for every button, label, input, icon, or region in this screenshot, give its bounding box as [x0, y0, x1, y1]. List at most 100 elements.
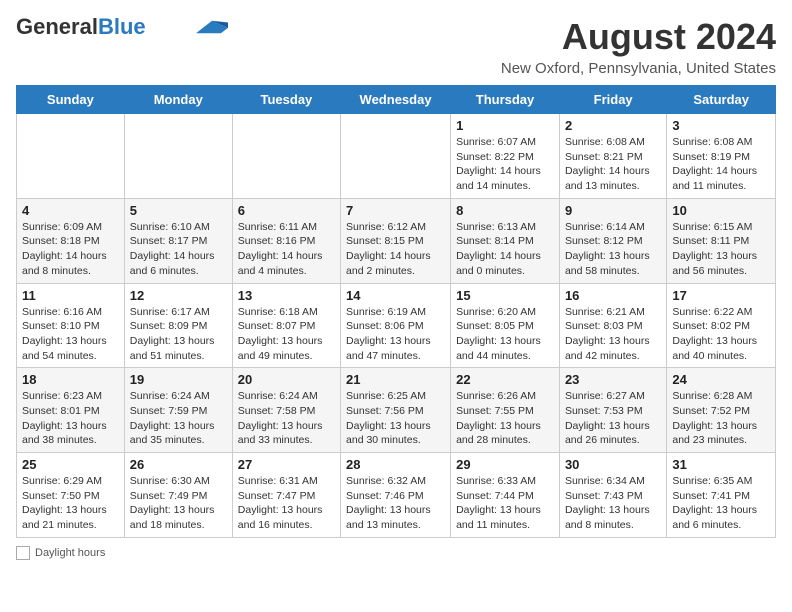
day-info: Sunrise: 6:31 AM Sunset: 7:47 PM Dayligh… [238, 474, 335, 533]
month-title: August 2024 [501, 16, 776, 58]
day-info: Sunrise: 6:29 AM Sunset: 7:50 PM Dayligh… [22, 474, 119, 533]
day-info: Sunrise: 6:09 AM Sunset: 8:18 PM Dayligh… [22, 220, 119, 279]
day-info: Sunrise: 6:13 AM Sunset: 8:14 PM Dayligh… [456, 220, 554, 279]
calendar-cell: 15 Sunrise: 6:20 AM Sunset: 8:05 PM Dayli… [451, 283, 560, 368]
calendar-cell: 23 Sunrise: 6:27 AM Sunset: 7:53 PM Dayli… [559, 368, 666, 453]
day-number: 26 [130, 457, 227, 472]
calendar-cell: 16 Sunrise: 6:21 AM Sunset: 8:03 PM Dayli… [559, 283, 666, 368]
calendar-cell: 10 Sunrise: 6:15 AM Sunset: 8:11 PM Dayli… [667, 198, 776, 283]
day-info: Sunrise: 6:34 AM Sunset: 7:43 PM Dayligh… [565, 474, 661, 533]
day-info: Sunrise: 6:35 AM Sunset: 7:41 PM Dayligh… [672, 474, 770, 533]
day-header-friday: Friday [559, 86, 666, 114]
day-info: Sunrise: 6:28 AM Sunset: 7:52 PM Dayligh… [672, 389, 770, 448]
day-number: 5 [130, 203, 227, 218]
day-info: Sunrise: 6:24 AM Sunset: 7:59 PM Dayligh… [130, 389, 227, 448]
day-number: 18 [22, 372, 119, 387]
calendar-cell: 24 Sunrise: 6:28 AM Sunset: 7:52 PM Dayli… [667, 368, 776, 453]
calendar-cell: 14 Sunrise: 6:19 AM Sunset: 8:06 PM Dayli… [341, 283, 451, 368]
day-info: Sunrise: 6:26 AM Sunset: 7:55 PM Dayligh… [456, 389, 554, 448]
day-number: 16 [565, 288, 661, 303]
day-info: Sunrise: 6:19 AM Sunset: 8:06 PM Dayligh… [346, 305, 445, 364]
calendar-cell: 5 Sunrise: 6:10 AM Sunset: 8:17 PM Daylig… [124, 198, 232, 283]
day-number: 20 [238, 372, 335, 387]
day-info: Sunrise: 6:16 AM Sunset: 8:10 PM Dayligh… [22, 305, 119, 364]
calendar-cell: 29Sunrise: 6:33 AM Sunset: 7:44 PM Dayli… [451, 453, 560, 538]
calendar-week-1: 1Sunrise: 6:07 AM Sunset: 8:22 PM Daylig… [17, 114, 776, 199]
day-number: 4 [22, 203, 119, 218]
calendar-cell: 3 Sunrise: 6:08 AM Sunset: 8:19 PM Daylig… [667, 114, 776, 199]
calendar-week-2: 4 Sunrise: 6:09 AM Sunset: 8:18 PM Daylig… [17, 198, 776, 283]
calendar-cell: 27 Sunrise: 6:31 AM Sunset: 7:47 PM Dayli… [232, 453, 340, 538]
day-number: 17 [672, 288, 770, 303]
day-number: 10 [672, 203, 770, 218]
day-info: Sunrise: 6:15 AM Sunset: 8:11 PM Dayligh… [672, 220, 770, 279]
day-info: Sunrise: 6:33 AM Sunset: 7:44 PM Dayligh… [456, 474, 554, 533]
calendar-cell: 7Sunrise: 6:12 AM Sunset: 8:15 PM Daylig… [341, 198, 451, 283]
daylight-box [16, 546, 30, 560]
calendar-cell: 2 Sunrise: 6:08 AM Sunset: 8:21 PM Daylig… [559, 114, 666, 199]
logo: GeneralBlue [16, 16, 230, 38]
calendar-cell: 30Sunrise: 6:34 AM Sunset: 7:43 PM Dayli… [559, 453, 666, 538]
page-header: GeneralBlue August 2024 New Oxford, Penn… [16, 16, 776, 77]
day-info: Sunrise: 6:07 AM Sunset: 8:22 PM Dayligh… [456, 135, 554, 194]
calendar-cell: 17Sunrise: 6:22 AM Sunset: 8:02 PM Dayli… [667, 283, 776, 368]
calendar-cell: 26 Sunrise: 6:30 AM Sunset: 7:49 PM Dayli… [124, 453, 232, 538]
day-info: Sunrise: 6:08 AM Sunset: 8:21 PM Dayligh… [565, 135, 661, 194]
day-number: 27 [238, 457, 335, 472]
day-number: 7 [346, 203, 445, 218]
day-number: 14 [346, 288, 445, 303]
calendar-cell: 13 Sunrise: 6:18 AM Sunset: 8:07 PM Dayli… [232, 283, 340, 368]
day-header-tuesday: Tuesday [232, 86, 340, 114]
day-info: Sunrise: 6:08 AM Sunset: 8:19 PM Dayligh… [672, 135, 770, 194]
day-info: Sunrise: 6:11 AM Sunset: 8:16 PM Dayligh… [238, 220, 335, 279]
day-header-sunday: Sunday [17, 86, 125, 114]
calendar-week-3: 11 Sunrise: 6:16 AM Sunset: 8:10 PM Dayli… [17, 283, 776, 368]
day-header-thursday: Thursday [451, 86, 560, 114]
day-info: Sunrise: 6:20 AM Sunset: 8:05 PM Dayligh… [456, 305, 554, 364]
calendar-week-5: 25 Sunrise: 6:29 AM Sunset: 7:50 PM Dayli… [17, 453, 776, 538]
day-info: Sunrise: 6:25 AM Sunset: 7:56 PM Dayligh… [346, 389, 445, 448]
day-number: 3 [672, 118, 770, 133]
day-info: Sunrise: 6:17 AM Sunset: 8:09 PM Dayligh… [130, 305, 227, 364]
day-number: 23 [565, 372, 661, 387]
day-number: 2 [565, 118, 661, 133]
day-info: Sunrise: 6:10 AM Sunset: 8:17 PM Dayligh… [130, 220, 227, 279]
calendar-cell: 31 Sunrise: 6:35 AM Sunset: 7:41 PM Dayli… [667, 453, 776, 538]
day-info: Sunrise: 6:27 AM Sunset: 7:53 PM Dayligh… [565, 389, 661, 448]
calendar-cell: 1Sunrise: 6:07 AM Sunset: 8:22 PM Daylig… [451, 114, 560, 199]
calendar-table: SundayMondayTuesdayWednesdayThursdayFrid… [16, 85, 776, 538]
logo-text: GeneralBlue [16, 16, 146, 38]
day-number: 11 [22, 288, 119, 303]
footer: Daylight hours [16, 546, 776, 560]
calendar-cell: 12Sunrise: 6:17 AM Sunset: 8:09 PM Dayli… [124, 283, 232, 368]
calendar-cell: 28Sunrise: 6:32 AM Sunset: 7:46 PM Dayli… [341, 453, 451, 538]
daylight-label: Daylight hours [35, 547, 105, 559]
day-header-wednesday: Wednesday [341, 86, 451, 114]
day-number: 28 [346, 457, 445, 472]
day-info: Sunrise: 6:18 AM Sunset: 8:07 PM Dayligh… [238, 305, 335, 364]
calendar-cell [124, 114, 232, 199]
location: New Oxford, Pennsylvania, United States [501, 60, 776, 77]
title-block: August 2024 New Oxford, Pennsylvania, Un… [501, 16, 776, 77]
calendar-cell: 4 Sunrise: 6:09 AM Sunset: 8:18 PM Daylig… [17, 198, 125, 283]
day-info: Sunrise: 6:30 AM Sunset: 7:49 PM Dayligh… [130, 474, 227, 533]
calendar-cell: 11 Sunrise: 6:16 AM Sunset: 8:10 PM Dayli… [17, 283, 125, 368]
day-number: 6 [238, 203, 335, 218]
calendar-cell [232, 114, 340, 199]
calendar-cell: 18Sunrise: 6:23 AM Sunset: 8:01 PM Dayli… [17, 368, 125, 453]
day-number: 13 [238, 288, 335, 303]
calendar-cell [341, 114, 451, 199]
calendar-cell [17, 114, 125, 199]
day-number: 24 [672, 372, 770, 387]
day-number: 25 [22, 457, 119, 472]
calendar-cell: 8Sunrise: 6:13 AM Sunset: 8:14 PM Daylig… [451, 198, 560, 283]
day-info: Sunrise: 6:14 AM Sunset: 8:12 PM Dayligh… [565, 220, 661, 279]
calendar-cell: 19Sunrise: 6:24 AM Sunset: 7:59 PM Dayli… [124, 368, 232, 453]
calendar-cell: 22Sunrise: 6:26 AM Sunset: 7:55 PM Dayli… [451, 368, 560, 453]
calendar-cell: 21Sunrise: 6:25 AM Sunset: 7:56 PM Dayli… [341, 368, 451, 453]
day-info: Sunrise: 6:21 AM Sunset: 8:03 PM Dayligh… [565, 305, 661, 364]
day-number: 15 [456, 288, 554, 303]
day-number: 31 [672, 457, 770, 472]
calendar-cell: 20 Sunrise: 6:24 AM Sunset: 7:58 PM Dayli… [232, 368, 340, 453]
day-info: Sunrise: 6:24 AM Sunset: 7:58 PM Dayligh… [238, 389, 335, 448]
